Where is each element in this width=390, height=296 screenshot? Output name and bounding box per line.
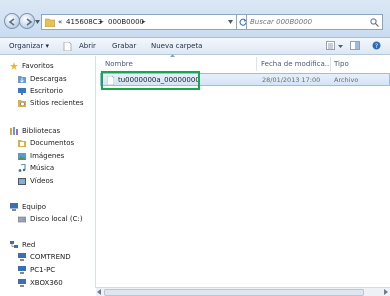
folder-icon	[45, 18, 55, 27]
nav-label: PC1-PC	[30, 266, 56, 274]
network-computer-icon	[18, 279, 26, 287]
address-area: « 415608C3 ► 000B0000 ►	[0, 0, 390, 38]
breadcrumb-separator[interactable]: ►	[142, 19, 146, 25]
burn-button[interactable]: Grabar	[112, 42, 136, 50]
search-box[interactable]	[246, 14, 383, 30]
nav-label: Bibliotecas	[22, 127, 61, 135]
network-computer-icon	[18, 253, 26, 261]
videos-icon	[18, 178, 26, 185]
nav-label: Sitios recientes	[30, 99, 84, 107]
nav-label: Disco local (C:)	[30, 215, 83, 223]
scrollbar-thumb[interactable]	[104, 289, 364, 296]
nav-label: Imágenes	[30, 152, 65, 160]
scroll-left-icon[interactable]	[97, 289, 102, 295]
scroll-right-icon[interactable]	[383, 289, 388, 295]
nav-images[interactable]: Imágenes	[0, 151, 90, 162]
star-icon	[10, 62, 18, 70]
nav-network-device[interactable]: XBOX360	[0, 278, 90, 289]
nav-desktop[interactable]: Escritorio	[0, 86, 90, 97]
open-file-icon	[63, 42, 72, 51]
nav-network-device[interactable]: COMTREND	[0, 252, 90, 263]
search-icon[interactable]	[370, 18, 379, 27]
address-bar[interactable]: « 415608C3 ► 000B0000 ►	[41, 14, 237, 30]
nav-label: Vídeos	[30, 177, 54, 185]
back-button[interactable]	[4, 13, 20, 29]
file-date: 28/01/2013 17:00	[262, 76, 321, 84]
view-dropdown-icon[interactable]	[338, 45, 343, 48]
nav-libraries[interactable]: Bibliotecas	[0, 126, 90, 137]
nav-favorites[interactable]: Favoritos	[0, 61, 90, 72]
nav-label: Favoritos	[22, 62, 54, 70]
nav-downloads[interactable]: Descargas	[0, 74, 90, 85]
computer-icon	[10, 203, 18, 211]
nav-label: Escritorio	[30, 87, 63, 95]
nav-computer[interactable]: Equipo	[0, 202, 90, 213]
forward-button[interactable]	[19, 13, 35, 29]
nav-local-disk[interactable]: Disco local (C:)	[0, 214, 90, 225]
highlight-box	[101, 71, 200, 90]
nav-network[interactable]: Red	[0, 240, 90, 251]
back-arrow-icon	[8, 18, 15, 26]
forward-arrow-icon	[26, 18, 33, 26]
images-icon	[18, 153, 26, 160]
nav-label: Documentos	[30, 139, 75, 147]
column-header-name[interactable]: Nombre	[105, 60, 133, 68]
column-header-type[interactable]: Tipo	[334, 60, 349, 68]
nav-label: Red	[22, 241, 36, 249]
recent-places-icon	[18, 100, 26, 107]
nav-music[interactable]: Música	[0, 163, 90, 174]
file-type: Archivo	[334, 76, 359, 84]
help-icon[interactable]: ?	[372, 41, 381, 50]
desktop-icon	[18, 88, 26, 95]
view-options-icon[interactable]	[326, 41, 335, 50]
breadcrumb-overflow[interactable]: «	[58, 18, 62, 26]
libraries-icon	[10, 127, 18, 135]
network-icon	[10, 241, 18, 248]
nav-label: Descargas	[30, 75, 67, 83]
nav-label: Equipo	[22, 203, 46, 211]
nav-label: Música	[30, 164, 55, 172]
open-button[interactable]: Abrir	[79, 42, 96, 50]
network-computer-icon	[18, 266, 26, 274]
nav-videos[interactable]: Vídeos	[0, 176, 90, 187]
breadcrumb-000B0000[interactable]: 000B0000	[108, 18, 144, 26]
nav-documents[interactable]: Documentos	[0, 138, 90, 149]
address-dropdown-icon[interactable]	[228, 20, 233, 24]
horizontal-scrollbar[interactable]	[96, 287, 390, 296]
column-header-date[interactable]: Fecha de modifica...	[261, 60, 331, 68]
breadcrumb-separator[interactable]: ►	[100, 19, 104, 25]
music-icon	[18, 164, 26, 172]
new-folder-button[interactable]: Nueva carpeta	[151, 42, 202, 50]
column-divider[interactable]	[256, 57, 257, 71]
nav-label: XBOX360	[30, 279, 63, 287]
documents-icon	[18, 140, 26, 147]
preview-pane-icon[interactable]	[350, 41, 360, 50]
downloads-folder-icon	[18, 76, 26, 83]
disk-drive-icon	[18, 216, 26, 223]
column-divider[interactable]	[330, 57, 331, 71]
nav-label: COMTREND	[30, 253, 71, 261]
recent-pages-chevron-icon[interactable]	[35, 20, 40, 24]
command-bar: Organizar ▾ Abrir Grabar Nueva carpeta ?	[0, 38, 390, 55]
nav-recent-places[interactable]: Sitios recientes	[0, 98, 90, 109]
svg-text:?: ?	[375, 43, 378, 50]
organize-menu[interactable]: Organizar ▾	[9, 42, 49, 50]
search-input[interactable]	[250, 16, 362, 28]
nav-network-device[interactable]: PC1-PC	[0, 265, 90, 276]
navigation-pane: Favoritos Descargas Escritorio Sitios re…	[0, 56, 96, 288]
sort-arrow-icon	[170, 54, 175, 57]
breadcrumb-415608C3[interactable]: 415608C3	[66, 18, 102, 26]
